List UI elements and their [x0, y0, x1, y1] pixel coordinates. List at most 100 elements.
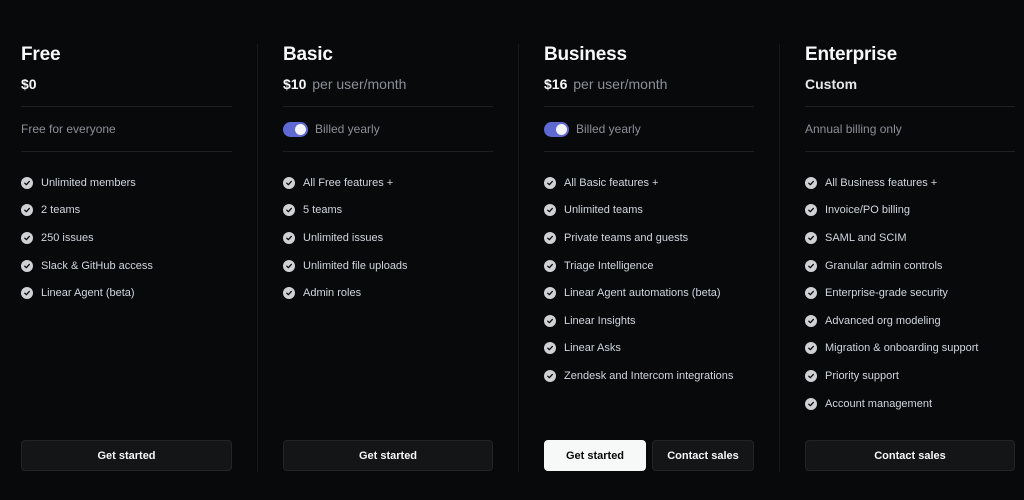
plan-free: Free $0 Free for everyone Unlimited memb…	[21, 0, 232, 500]
get-started-button[interactable]: Get started	[21, 440, 232, 471]
plan-price: $0	[21, 76, 37, 92]
feature-label: Unlimited members	[41, 176, 136, 189]
feature-label: Linear Agent (beta)	[41, 287, 135, 300]
feature-item: 2 teams	[21, 197, 153, 225]
price-amount: $10	[283, 76, 307, 92]
price-amount: Custom	[805, 76, 858, 92]
check-circle-icon	[544, 369, 556, 382]
get-started-button[interactable]: Get started	[283, 440, 493, 471]
billing-text: Billed yearly	[576, 122, 641, 136]
feature-label: All Free features +	[303, 176, 394, 189]
check-circle-icon	[805, 176, 817, 189]
billing-toggle[interactable]	[544, 121, 569, 137]
divider	[21, 106, 232, 107]
feature-label: Unlimited file uploads	[303, 259, 408, 272]
price-period: per user/month	[312, 76, 407, 92]
check-circle-icon	[21, 204, 33, 217]
plan-price: $16 per user/month	[544, 76, 667, 92]
feature-label: Migration & onboarding support	[825, 342, 979, 355]
plan-name: Enterprise	[805, 44, 897, 65]
billing-text: Annual billing only	[805, 122, 902, 136]
feature-item: Slack & GitHub access	[21, 252, 153, 280]
billing-row: Billed yearly	[544, 120, 641, 138]
column-divider	[518, 44, 519, 472]
check-circle-icon	[21, 287, 33, 300]
check-circle-icon	[805, 369, 817, 382]
plan-name: Free	[21, 44, 61, 65]
check-circle-icon	[805, 287, 817, 300]
feature-label: Slack & GitHub access	[41, 259, 153, 272]
check-circle-icon	[283, 231, 295, 244]
feature-item: Zendesk and Intercom integrations	[544, 362, 733, 390]
feature-label: Enterprise-grade security	[825, 287, 948, 300]
check-circle-icon	[805, 204, 817, 217]
check-circle-icon	[283, 204, 295, 217]
feature-item: 250 issues	[21, 224, 153, 252]
feature-label: Unlimited issues	[303, 231, 384, 244]
feature-label: Zendesk and Intercom integrations	[564, 369, 734, 382]
contact-sales-button[interactable]: Contact sales	[652, 440, 754, 471]
get-started-button[interactable]: Get started	[544, 440, 646, 471]
feature-item: All Basic features +	[544, 169, 733, 197]
feature-label: Triage Intelligence	[564, 259, 654, 272]
divider	[283, 151, 493, 152]
column-divider	[779, 44, 780, 472]
feature-item: Unlimited issues	[283, 224, 408, 252]
price-amount: $16	[544, 76, 568, 92]
feature-item: Migration & onboarding support	[805, 335, 978, 363]
toggle-knob	[556, 123, 567, 135]
feature-label: All Basic features +	[564, 176, 659, 189]
feature-label: Linear Insights	[564, 314, 636, 327]
feature-item: Unlimited teams	[544, 197, 733, 225]
feature-item: Invoice/PO billing	[805, 197, 978, 225]
check-circle-icon	[21, 176, 33, 189]
feature-label: Private teams and guests	[564, 231, 689, 244]
check-circle-icon	[283, 259, 295, 272]
feature-label: Unlimited teams	[564, 204, 643, 217]
plan-price: $10 per user/month	[283, 76, 406, 92]
feature-item: All Free features +	[283, 169, 408, 197]
check-circle-icon	[544, 259, 556, 272]
feature-list: All Free features + 5 teams Unlimited is…	[283, 169, 408, 307]
pricing-plans: Free $0 Free for everyone Unlimited memb…	[0, 0, 1024, 500]
plan-enterprise: Enterprise Custom Annual billing only Al…	[805, 0, 1015, 500]
divider	[283, 106, 493, 107]
feature-item: 5 teams	[283, 197, 408, 225]
feature-label: 5 teams	[303, 204, 343, 217]
feature-list: Unlimited members 2 teams 250 issues Sla…	[21, 169, 153, 307]
check-circle-icon	[805, 342, 817, 355]
feature-label: Advanced org modeling	[825, 314, 941, 327]
feature-item: Linear Agent (beta)	[21, 279, 153, 307]
feature-label: SAML and SCIM	[825, 231, 907, 244]
billing-row: Annual billing only	[805, 120, 902, 138]
feature-label: All Business features +	[825, 176, 938, 189]
feature-item: Unlimited members	[21, 169, 153, 197]
plan-price: Custom	[805, 76, 857, 92]
feature-item: Triage Intelligence	[544, 252, 733, 280]
billing-toggle[interactable]	[283, 121, 308, 137]
plan-name: Business	[544, 44, 627, 65]
plan-basic: Basic $10 per user/month Billed yearly A…	[283, 0, 493, 500]
feature-label: Account management	[825, 397, 933, 410]
price-amount: $0	[21, 76, 37, 92]
divider	[805, 106, 1015, 107]
feature-item: SAML and SCIM	[805, 224, 978, 252]
divider	[21, 151, 232, 152]
feature-label: 250 issues	[41, 231, 94, 244]
billing-text: Free for everyone	[21, 122, 116, 136]
feature-label: Linear Asks	[564, 342, 621, 355]
contact-sales-button[interactable]: Contact sales	[805, 440, 1015, 471]
check-circle-icon	[544, 176, 556, 189]
check-circle-icon	[544, 314, 556, 327]
feature-list: All Basic features + Unlimited teams Pri…	[544, 169, 733, 390]
feature-item: Enterprise-grade security	[805, 279, 978, 307]
check-circle-icon	[805, 259, 817, 272]
check-circle-icon	[805, 231, 817, 244]
check-circle-icon	[21, 259, 33, 272]
feature-item: Admin roles	[283, 279, 408, 307]
feature-item: Account management	[805, 390, 978, 418]
billing-row: Free for everyone	[21, 120, 116, 138]
feature-label: Granular admin controls	[825, 259, 943, 272]
price-period: per user/month	[573, 76, 668, 92]
feature-label: 2 teams	[41, 204, 81, 217]
